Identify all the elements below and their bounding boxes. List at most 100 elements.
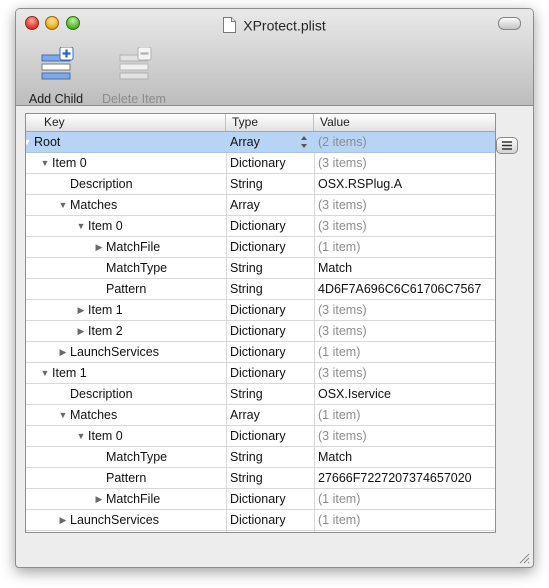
value-cell[interactable]: (3 items)	[314, 300, 495, 320]
outline-row[interactable]: ▶ MatchFile Dictionary (1 item)	[26, 237, 495, 258]
type-cell[interactable]: Dictionary	[226, 489, 314, 509]
toolbar-toggle-button[interactable]	[498, 17, 521, 30]
resize-grip[interactable]	[518, 552, 530, 564]
type-label: String	[230, 177, 263, 191]
type-cell[interactable]: String	[226, 258, 314, 278]
add-child-button[interactable]: Add Child	[21, 43, 91, 106]
type-cell[interactable]: Dictionary	[226, 216, 314, 236]
disclosure-expanded-icon[interactable]: ▼	[76, 431, 86, 441]
type-cell[interactable]: String	[226, 447, 314, 467]
key-cell[interactable]: ▼ Item 1	[26, 363, 226, 383]
outline-row[interactable]: ▶ MatchFile Dictionary (1 item)	[26, 489, 495, 510]
outline-row[interactable]: ▼ Item 1 Dictionary (3 items)	[26, 363, 495, 384]
disclosure-expanded-icon[interactable]: ▼	[26, 137, 32, 147]
value-column-header[interactable]: Value	[314, 114, 495, 131]
disclosure-expanded-icon[interactable]: ▼	[58, 410, 68, 420]
value-cell[interactable]: (3 items)	[314, 153, 495, 173]
disclosure-collapsed-icon[interactable]: ▶	[58, 347, 68, 357]
type-cell[interactable]: Dictionary	[226, 153, 314, 173]
key-cell[interactable]: ▼ Item 0	[26, 216, 226, 236]
key-cell[interactable]: ▶ LaunchServices	[26, 342, 226, 362]
type-cell[interactable]: Dictionary	[226, 237, 314, 257]
type-cell[interactable]: Dictionary	[226, 342, 314, 362]
disclosure-collapsed-icon[interactable]: ▶	[76, 326, 86, 336]
key-cell[interactable]: ▶ MatchFile	[26, 489, 226, 509]
key-cell[interactable]: ▼ Matches	[26, 195, 226, 215]
value-cell[interactable]: (3 items)	[314, 363, 495, 383]
value-cell[interactable]: (1 item)	[314, 342, 495, 362]
outline-row[interactable]: Description String OSX.RSPlug.A	[26, 174, 495, 195]
outline-row[interactable]: ▼ Item 0 Dictionary (3 items)	[26, 216, 495, 237]
value-cell[interactable]: (3 items)	[314, 195, 495, 215]
outline-row[interactable]: ▶ LaunchServices Dictionary (1 item)	[26, 510, 495, 531]
type-cell[interactable]: Array	[226, 405, 314, 425]
type-cell[interactable]: Dictionary	[226, 300, 314, 320]
value-cell[interactable]: (2 items)	[314, 132, 495, 152]
key-cell[interactable]: MatchType	[26, 447, 226, 467]
value-cell[interactable]: Match	[314, 258, 495, 278]
outline-row[interactable]: Pattern String 27666F7227207374657020	[26, 468, 495, 489]
value-cell[interactable]: (1 item)	[314, 405, 495, 425]
disclosure-collapsed-icon[interactable]: ▶	[76, 305, 86, 315]
key-cell[interactable]: ▶ Item 2	[26, 321, 226, 341]
key-cell[interactable]: ▶ MatchFile	[26, 237, 226, 257]
type-column-header[interactable]: Type	[226, 114, 314, 131]
value-cell[interactable]: (1 item)	[314, 237, 495, 257]
outline-row[interactable]: ▶ Item 1 Dictionary (3 items)	[26, 300, 495, 321]
plist-outline-view[interactable]: Key Type Value ▼RootArray(2 items)▼Item …	[25, 113, 496, 533]
outline-row[interactable]: ▼ Item 0 Dictionary (3 items)	[26, 153, 495, 174]
type-cell[interactable]: Dictionary	[226, 510, 314, 530]
key-cell[interactable]: Pattern	[26, 279, 226, 299]
type-cell[interactable]: String	[226, 384, 314, 404]
disclosure-expanded-icon[interactable]: ▼	[40, 368, 50, 378]
disclosure-expanded-icon[interactable]: ▼	[40, 158, 50, 168]
key-cell[interactable]: ▶ LaunchServices	[26, 510, 226, 530]
key-cell[interactable]: Pattern	[26, 468, 226, 488]
type-cell[interactable]: String	[226, 279, 314, 299]
value-cell[interactable]: (3 items)	[314, 321, 495, 341]
value-cell[interactable]: 4D6F7A696C6C61706C7567	[314, 279, 495, 299]
value-cell[interactable]: (3 items)	[314, 426, 495, 446]
value-cell[interactable]: OSX.RSPlug.A	[314, 174, 495, 194]
type-cell[interactable]: Dictionary	[226, 363, 314, 383]
outline-row[interactable]: Description String OSX.Iservice	[26, 384, 495, 405]
outline-row[interactable]: Pattern String 4D6F7A696C6C61706C7567	[26, 279, 495, 300]
outline-row[interactable]: MatchType String Match	[26, 258, 495, 279]
value-cell[interactable]: OSX.Iservice	[314, 384, 495, 404]
type-cell[interactable]: Dictionary	[226, 426, 314, 446]
type-cell[interactable]: String	[226, 468, 314, 488]
delete-item-button[interactable]: Delete Item	[99, 43, 169, 106]
disclosure-expanded-icon[interactable]: ▼	[76, 221, 86, 231]
outline-row[interactable]: ▶ LaunchServices Dictionary (1 item)	[26, 342, 495, 363]
outline-row[interactable]: ▼ Matches Array (1 item)	[26, 405, 495, 426]
row-action-button[interactable]	[496, 137, 518, 154]
disclosure-collapsed-icon[interactable]: ▶	[94, 242, 104, 252]
key-cell[interactable]: ▼ Item 0	[26, 426, 226, 446]
value-cell[interactable]: (1 item)	[314, 489, 495, 509]
value-cell[interactable]: (1 item)	[314, 510, 495, 530]
key-cell[interactable]: Description	[26, 174, 226, 194]
key-column-header[interactable]: Key	[26, 114, 226, 131]
outline-row[interactable]: ▶ Item 2 Dictionary (3 items)	[26, 321, 495, 342]
type-cell[interactable]: String	[226, 174, 314, 194]
value-cell[interactable]: 27666F7227207374657020	[314, 468, 495, 488]
value-cell[interactable]: (3 items)	[314, 216, 495, 236]
key-cell[interactable]: ▼ Item 0	[26, 153, 226, 173]
disclosure-collapsed-icon[interactable]: ▶	[94, 494, 104, 504]
outline-row[interactable]: MatchType String Match	[26, 447, 495, 468]
value-cell[interactable]: Match	[314, 447, 495, 467]
disclosure-expanded-icon[interactable]: ▼	[58, 200, 68, 210]
disclosure-collapsed-icon[interactable]: ▶	[58, 515, 68, 525]
outline-row[interactable]: ▼ Matches Array (3 items)	[26, 195, 495, 216]
key-cell[interactable]: ▼Root	[26, 132, 226, 152]
key-cell[interactable]: ▶ Item 1	[26, 300, 226, 320]
key-cell[interactable]: MatchType	[26, 258, 226, 278]
type-popup-stepper-icon[interactable]	[301, 135, 308, 149]
outline-row[interactable]: ▼Root Array (2 items)	[26, 132, 495, 153]
key-cell[interactable]: ▼ Matches	[26, 405, 226, 425]
type-cell[interactable]: Array	[226, 195, 314, 215]
outline-row[interactable]: ▼ Item 0 Dictionary (3 items)	[26, 426, 495, 447]
type-cell[interactable]: Array	[226, 132, 314, 152]
type-cell[interactable]: Dictionary	[226, 321, 314, 341]
key-cell[interactable]: Description	[26, 384, 226, 404]
